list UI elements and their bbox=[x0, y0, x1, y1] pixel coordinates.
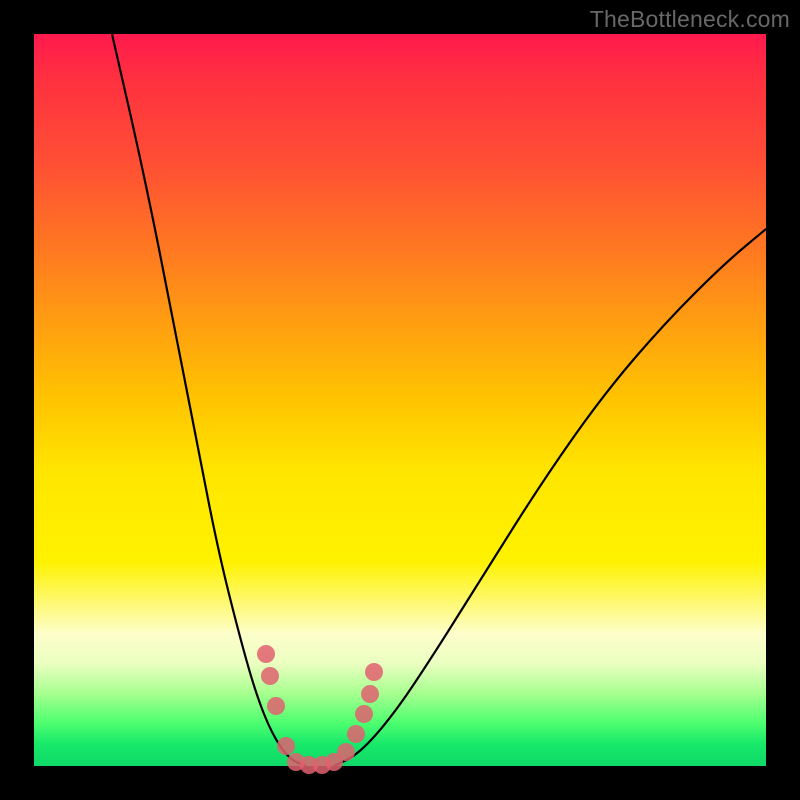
valley-marker bbox=[355, 705, 373, 723]
valley-marker bbox=[261, 667, 279, 685]
watermark-text: TheBottleneck.com bbox=[590, 6, 790, 33]
valley-marker bbox=[337, 743, 355, 761]
valley-marker bbox=[267, 697, 285, 715]
left-curve bbox=[112, 34, 306, 766]
valley-marker bbox=[361, 685, 379, 703]
valley-marker bbox=[277, 737, 295, 755]
valley-marker bbox=[347, 725, 365, 743]
valley-marker bbox=[365, 663, 383, 681]
right-curve bbox=[334, 229, 766, 766]
valley-markers-group bbox=[257, 645, 383, 774]
valley-marker bbox=[257, 645, 275, 663]
curve-overlay bbox=[34, 34, 766, 766]
